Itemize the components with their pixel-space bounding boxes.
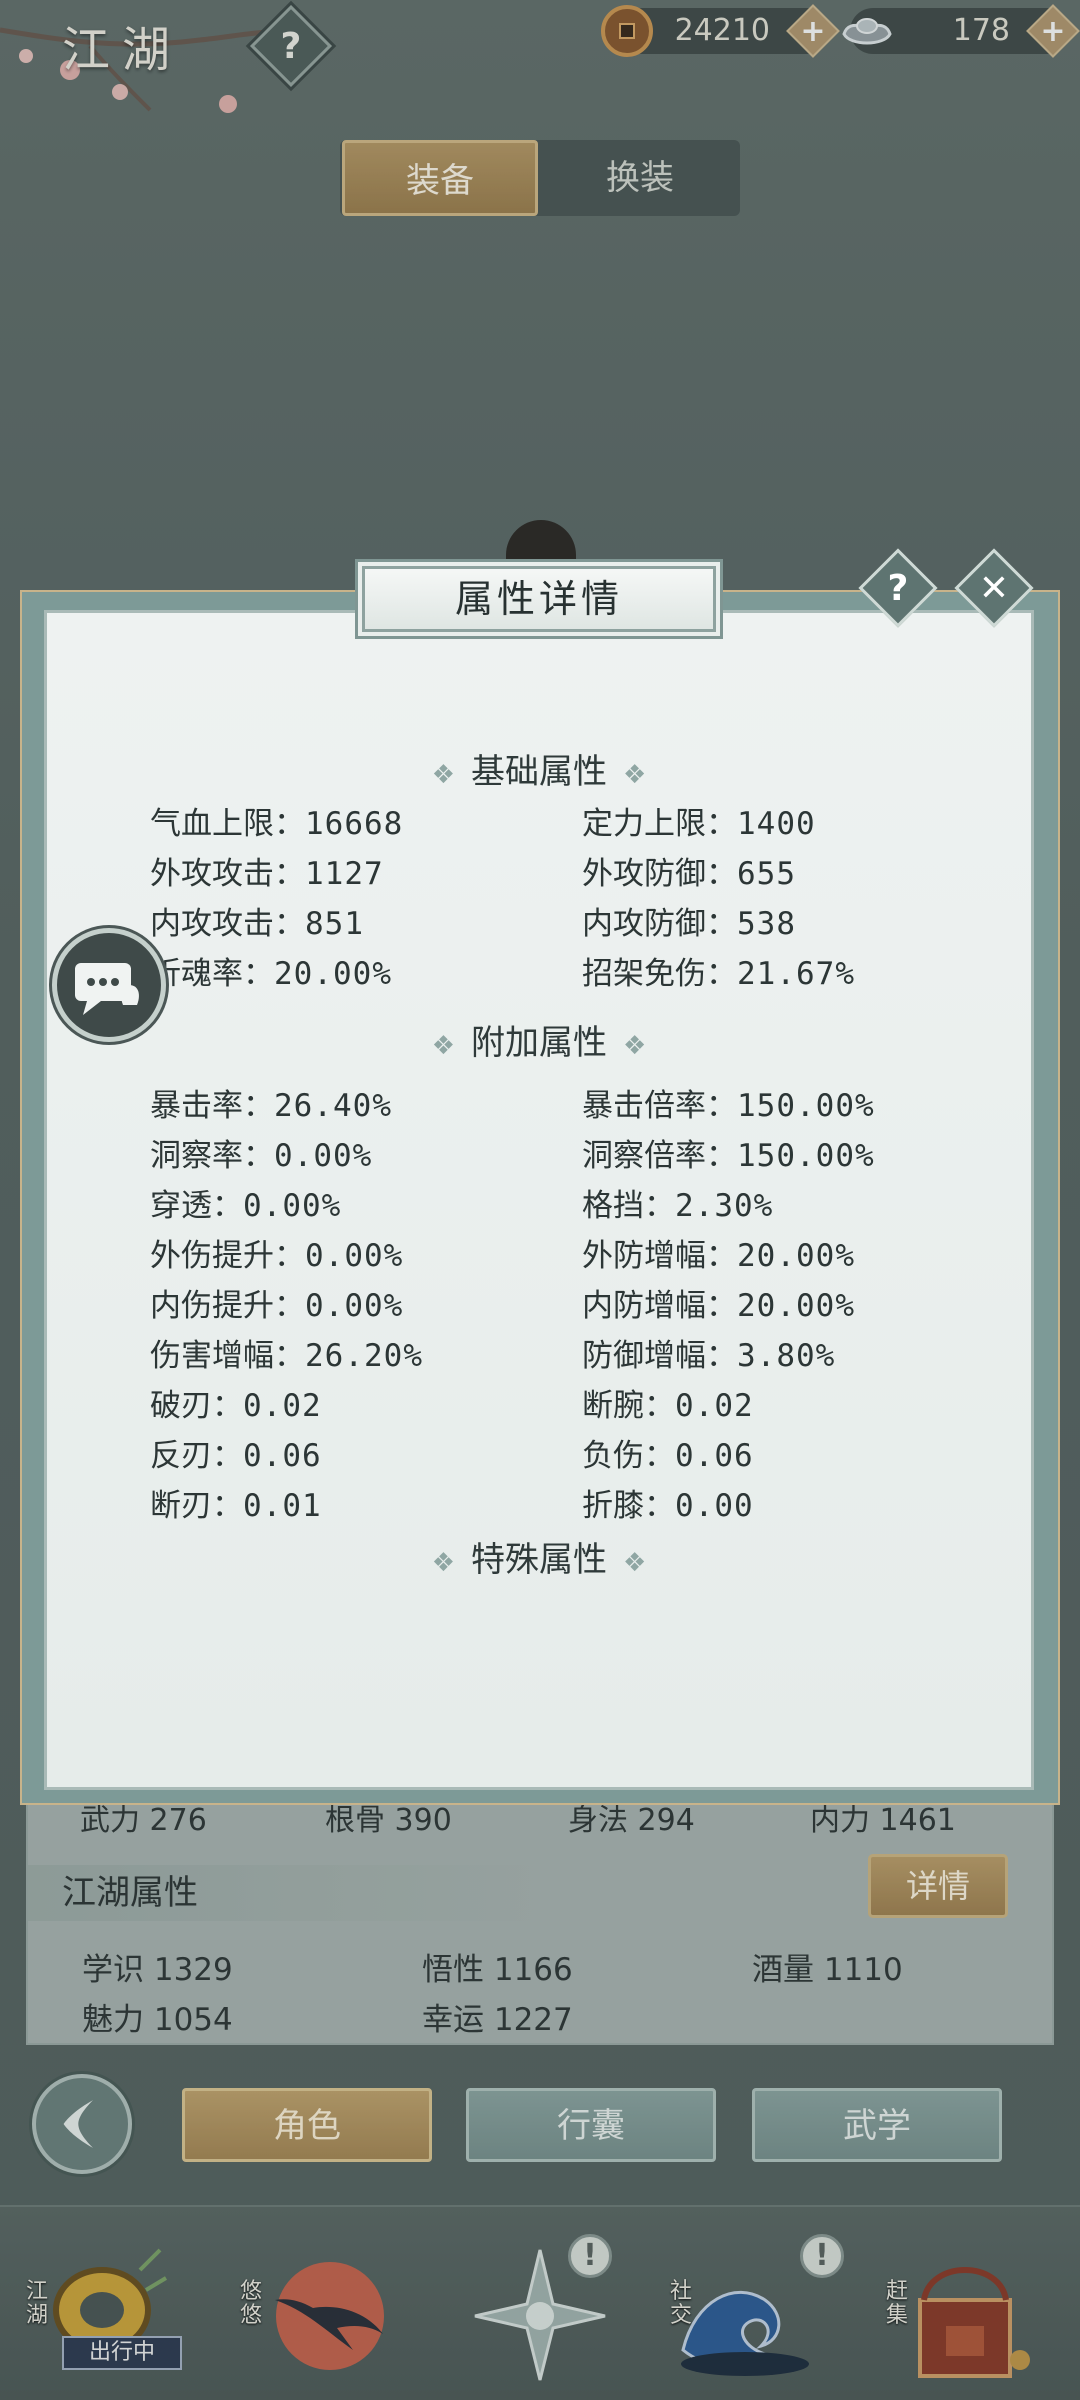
stat-item: 外攻攻击：1127 bbox=[150, 848, 384, 893]
stat-value: 1400 bbox=[737, 806, 816, 842]
chat-bubble-icon bbox=[75, 963, 139, 1015]
stat-value: 0.00% bbox=[305, 1288, 404, 1324]
stat-item: 外攻防御：655 bbox=[582, 848, 796, 893]
stat-value: 0.00% bbox=[305, 1238, 404, 1274]
stat-value: 21.67% bbox=[737, 956, 855, 992]
stat-item: 破刃：0.02 bbox=[150, 1380, 322, 1425]
stat-value: 150.00% bbox=[737, 1088, 875, 1124]
stat-value: 0.06 bbox=[243, 1438, 322, 1474]
ornament-icon: ❖ bbox=[623, 1031, 647, 1061]
stat-group-heading: ❖ 基础属性 ❖ bbox=[44, 744, 1034, 793]
stat-value: 0.00 bbox=[675, 1488, 754, 1524]
stat-value: 0.06 bbox=[675, 1438, 754, 1474]
stat-item: 洞察倍率：150.00% bbox=[582, 1130, 875, 1175]
stat-group-heading: ❖ 附加属性 ❖ bbox=[44, 1015, 1034, 1064]
stat-label: 断刃： bbox=[150, 1488, 243, 1524]
stat-group-title: 基础属性 bbox=[471, 752, 607, 792]
stat-item: 内攻攻击：851 bbox=[150, 898, 364, 943]
modal-title: 属性详情 bbox=[362, 566, 716, 632]
stat-label: 格挡： bbox=[582, 1188, 675, 1224]
stat-value: 851 bbox=[305, 906, 364, 942]
stat-item: 暴击率：26.40% bbox=[150, 1080, 392, 1125]
stat-item: 穿透：0.00% bbox=[150, 1180, 341, 1225]
stat-label: 招架免伤： bbox=[582, 956, 737, 992]
stat-item: 防御增幅：3.80% bbox=[582, 1330, 835, 1375]
stat-value: 3.80% bbox=[737, 1338, 836, 1374]
stat-value: 26.20% bbox=[305, 1338, 423, 1374]
stat-item: 内攻防御：538 bbox=[582, 898, 796, 943]
stat-value: 1127 bbox=[305, 856, 384, 892]
stat-value: 26.40% bbox=[274, 1088, 392, 1124]
ornament-icon: ❖ bbox=[623, 760, 647, 790]
chat-button[interactable] bbox=[52, 928, 166, 1042]
stat-value: 16668 bbox=[305, 806, 404, 842]
stat-label: 反刃： bbox=[150, 1438, 243, 1474]
stat-label: 洞察倍率： bbox=[582, 1138, 737, 1174]
stat-value: 20.00% bbox=[737, 1288, 855, 1324]
stat-value: 150.00% bbox=[737, 1138, 875, 1174]
stat-item: 内防增幅：20.00% bbox=[582, 1280, 855, 1325]
stat-label: 内防增幅： bbox=[582, 1288, 737, 1324]
stat-label: 内攻防御： bbox=[582, 906, 737, 942]
ornament-icon: ❖ bbox=[431, 1031, 455, 1061]
stat-item: 暴击倍率：150.00% bbox=[582, 1080, 875, 1125]
stat-label: 折膝： bbox=[582, 1488, 675, 1524]
stat-item: 洞察率：0.00% bbox=[150, 1130, 372, 1175]
stat-label: 暴击率： bbox=[150, 1088, 274, 1124]
stat-item: 折魂率：20.00% bbox=[150, 948, 392, 993]
stat-label: 外防增幅： bbox=[582, 1238, 737, 1274]
stat-value: 20.00% bbox=[737, 1238, 855, 1274]
stat-label: 破刃： bbox=[150, 1388, 243, 1424]
stat-label: 气血上限： bbox=[150, 806, 305, 842]
stat-label: 暴击倍率： bbox=[582, 1088, 737, 1124]
stat-item: 反刃：0.06 bbox=[150, 1430, 322, 1475]
stat-group-heading: ❖ 特殊属性 ❖ bbox=[44, 1532, 1034, 1581]
stat-item: 定力上限：1400 bbox=[582, 798, 816, 843]
stat-item: 外伤提升：0.00% bbox=[150, 1230, 403, 1275]
stat-value: 2.30% bbox=[675, 1188, 774, 1224]
stat-label: 折魂率： bbox=[150, 956, 274, 992]
stat-item: 断腕：0.02 bbox=[582, 1380, 754, 1425]
stat-label: 外伤提升： bbox=[150, 1238, 305, 1274]
stat-value: 655 bbox=[737, 856, 796, 892]
stat-label: 定力上限： bbox=[582, 806, 737, 842]
stat-item: 折膝：0.00 bbox=[582, 1480, 754, 1525]
stat-label: 内伤提升： bbox=[150, 1288, 305, 1324]
stat-group-title: 附加属性 bbox=[471, 1023, 607, 1063]
stat-item: 内伤提升：0.00% bbox=[150, 1280, 403, 1325]
stat-value: 0.01 bbox=[243, 1488, 322, 1524]
stat-item: 外防增幅：20.00% bbox=[582, 1230, 855, 1275]
stat-value: 0.02 bbox=[675, 1388, 754, 1424]
stat-value: 0.02 bbox=[243, 1388, 322, 1424]
stat-item: 气血上限：16668 bbox=[150, 798, 403, 843]
stat-item: 格挡：2.30% bbox=[582, 1180, 773, 1225]
stat-value: 20.00% bbox=[274, 956, 392, 992]
stat-label: 外攻攻击： bbox=[150, 856, 305, 892]
stat-value: 0.00% bbox=[274, 1138, 373, 1174]
stat-value: 0.00% bbox=[243, 1188, 342, 1224]
stat-item: 招架免伤：21.67% bbox=[582, 948, 855, 993]
stat-label: 断腕： bbox=[582, 1388, 675, 1424]
stat-value: 538 bbox=[737, 906, 796, 942]
stat-label: 外攻防御： bbox=[582, 856, 737, 892]
stat-label: 穿透： bbox=[150, 1188, 243, 1224]
ornament-icon: ❖ bbox=[431, 760, 455, 790]
stat-item: 断刃：0.01 bbox=[150, 1480, 322, 1525]
ornament-icon: ❖ bbox=[623, 1548, 647, 1578]
stat-label: 负伤： bbox=[582, 1438, 675, 1474]
close-icon: ✕ bbox=[978, 567, 1010, 609]
stat-group-title: 特殊属性 bbox=[471, 1540, 607, 1580]
stat-label: 伤害增幅： bbox=[150, 1338, 305, 1374]
stat-label: 防御增幅： bbox=[582, 1338, 737, 1374]
stat-item: 负伤：0.06 bbox=[582, 1430, 754, 1475]
question-icon: ? bbox=[887, 567, 909, 609]
stat-item: 伤害增幅：26.20% bbox=[150, 1330, 423, 1375]
stat-label: 内攻攻击： bbox=[150, 906, 305, 942]
stat-label: 洞察率： bbox=[150, 1138, 274, 1174]
ornament-icon: ❖ bbox=[431, 1548, 455, 1578]
